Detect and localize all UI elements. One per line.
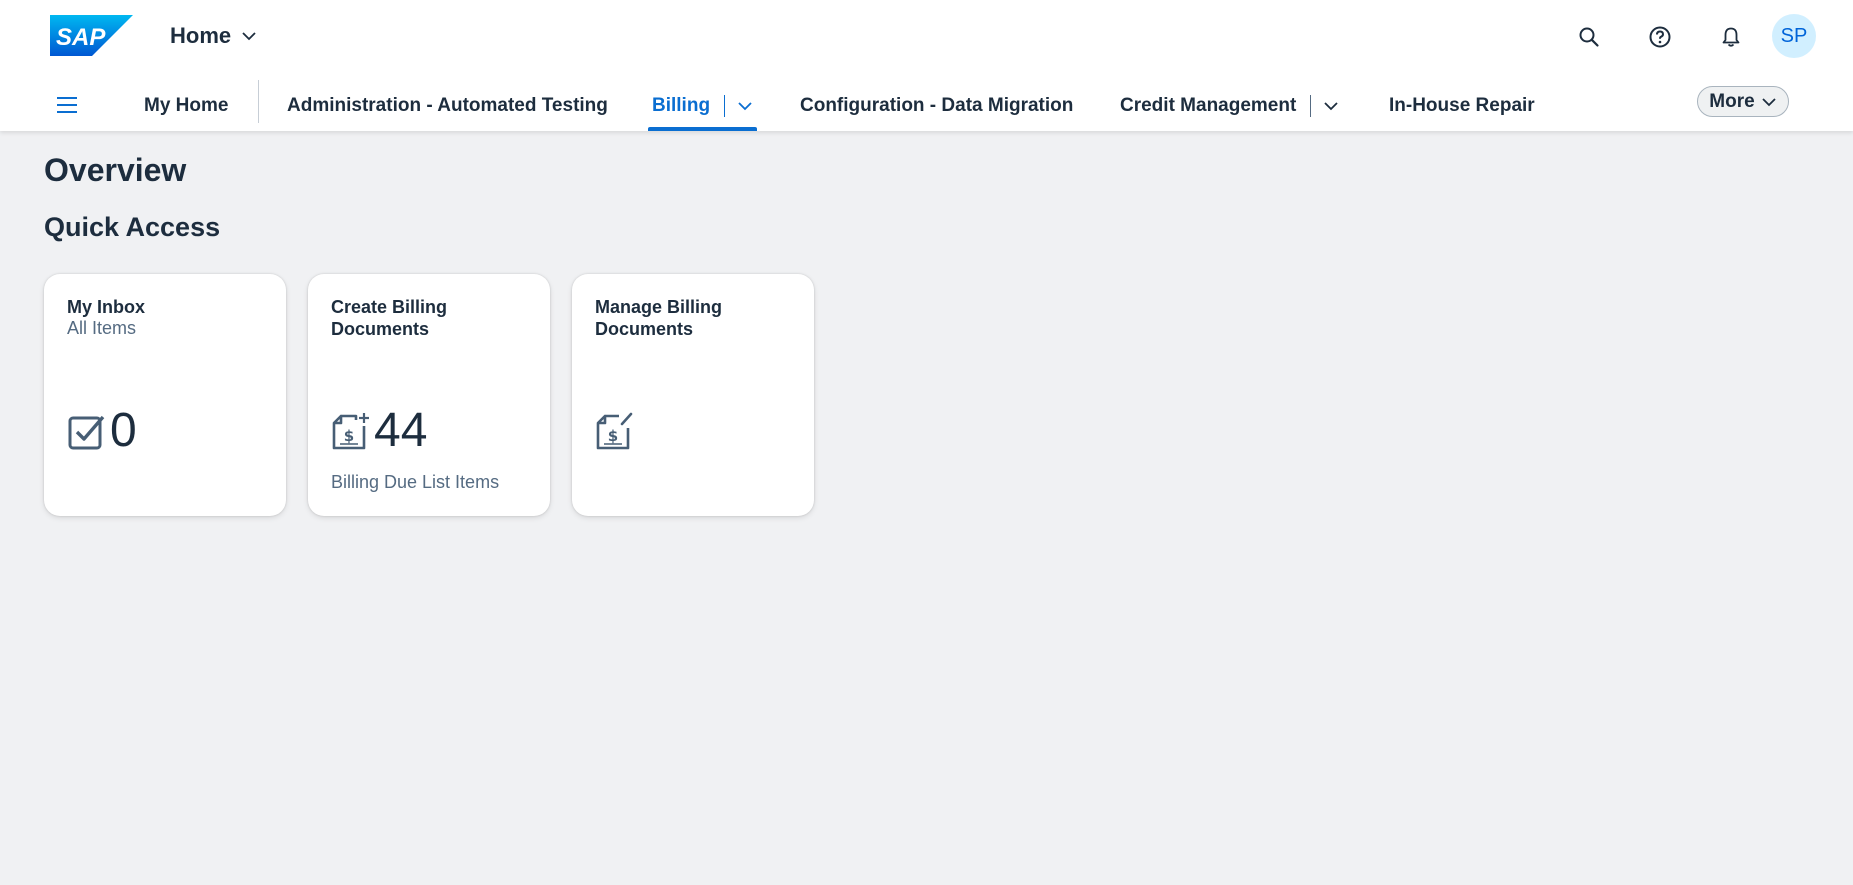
- nav-tab-label: Credit Management: [1120, 94, 1297, 116]
- billing-document-edit-icon: $: [596, 412, 633, 450]
- menu-button[interactable]: [50, 88, 84, 122]
- section-title: Quick Access: [44, 212, 221, 242]
- tile-count: 44: [374, 404, 428, 457]
- home-menu-label: Home: [170, 23, 232, 48]
- nav-divider: [258, 80, 259, 123]
- space-navigation: My Home Administration - Automated Testi…: [0, 80, 1853, 131]
- user-avatar[interactable]: SP: [1772, 14, 1816, 58]
- nav-tab-credit-management[interactable]: Credit Management: [1120, 80, 1339, 131]
- task-check-icon: [68, 415, 105, 450]
- nav-tab-label: In-House Repair: [1389, 94, 1535, 116]
- page-title: Overview: [44, 152, 187, 188]
- nav-tab-label: Administration - Automated Testing: [287, 94, 608, 116]
- chevron-down-icon: [1762, 97, 1776, 106]
- sap-logo[interactable]: SAP: [50, 15, 133, 56]
- tile-title: Manage Billing Documents: [595, 297, 723, 339]
- nav-tab-configuration-data-migration[interactable]: Configuration - Data Migration: [800, 80, 1073, 131]
- help-button[interactable]: [1641, 18, 1679, 56]
- tile-title: My Inbox: [67, 297, 146, 317]
- nav-tab-my-home[interactable]: My Home: [144, 80, 228, 131]
- shell-bar: SAP Home SP My Home Administration - Aut…: [0, 0, 1853, 131]
- tile-manage-billing-documents[interactable]: Manage Billing Documents $: [572, 274, 814, 516]
- notifications-button[interactable]: [1712, 18, 1750, 56]
- hamburger-icon: [57, 97, 77, 113]
- search-icon: [1579, 27, 1599, 47]
- bell-icon: [1722, 27, 1740, 47]
- tile-my-inbox[interactable]: My Inbox All Items 0: [44, 274, 286, 516]
- split-separator: [1310, 94, 1312, 117]
- nav-tab-billing[interactable]: Billing: [647, 80, 758, 131]
- tile-create-billing-documents[interactable]: Create Billing Documents $ 44 Billing Du…: [308, 274, 550, 516]
- tile-count: 0: [110, 404, 137, 457]
- nav-tab-label: Configuration - Data Migration: [800, 94, 1074, 116]
- more-button-label: More: [1709, 90, 1755, 112]
- home-menu-button[interactable]: Home: [170, 20, 257, 52]
- nav-tab-administration-automated-testing[interactable]: Administration - Automated Testing: [287, 80, 608, 131]
- svg-text:$: $: [344, 427, 354, 445]
- sap-logo-icon: SAP: [50, 15, 133, 56]
- help-icon: [1649, 26, 1671, 48]
- nav-tab-label: My Home: [144, 94, 229, 116]
- nav-tab-in-house-repair[interactable]: In-House Repair: [1389, 80, 1535, 131]
- chevron-down-icon: [242, 32, 256, 41]
- more-button[interactable]: More: [1697, 86, 1789, 117]
- chevron-down-icon[interactable]: [737, 98, 753, 114]
- tile-title: Create Billing Documents: [331, 297, 448, 339]
- billing-document-add-icon: $: [332, 413, 369, 450]
- search-button[interactable]: [1570, 18, 1608, 56]
- svg-text:$: $: [608, 427, 618, 445]
- tile-subtitle: All Items: [67, 318, 137, 338]
- tile-footer: Billing Due List Items: [331, 472, 500, 492]
- split-separator: [724, 94, 726, 117]
- svg-text:SAP: SAP: [56, 24, 106, 51]
- chevron-down-icon[interactable]: [1323, 98, 1339, 114]
- nav-tab-label: Billing: [652, 94, 711, 116]
